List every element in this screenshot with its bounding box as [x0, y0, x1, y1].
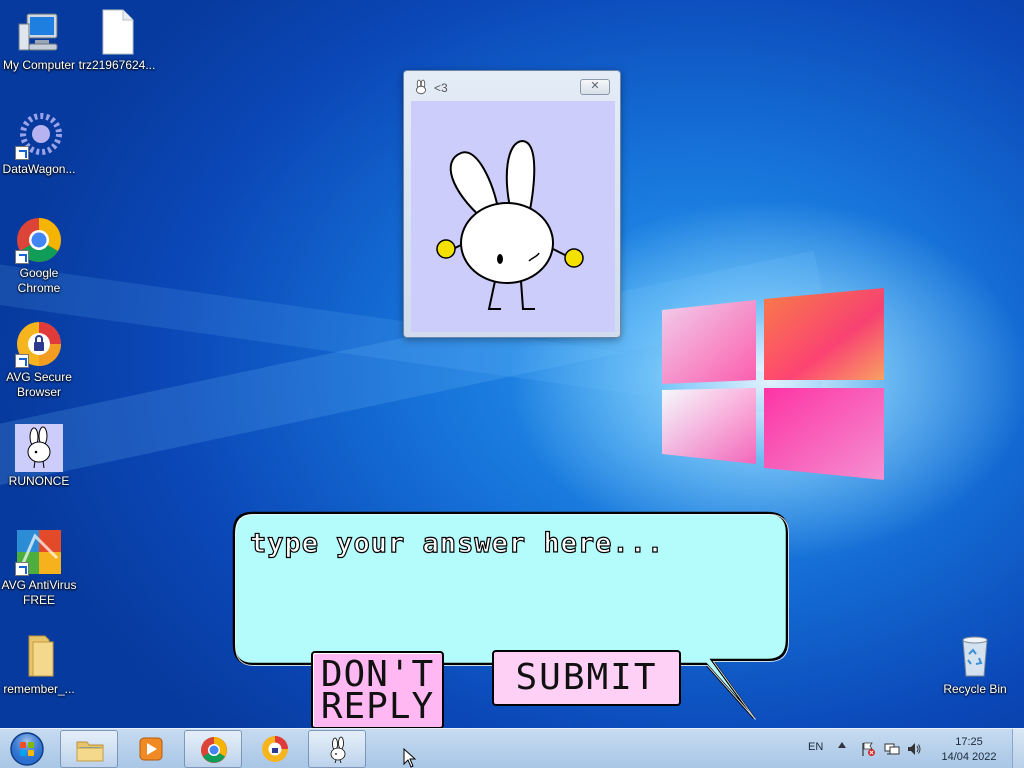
close-button[interactable]: ✕ — [580, 79, 610, 95]
desktop-icon-my-computer[interactable]: My Computer — [0, 8, 78, 73]
computer-icon — [15, 8, 63, 56]
avg-secure-browser-icon — [15, 320, 63, 368]
show-hidden-icons-icon[interactable] — [838, 742, 846, 748]
avg-secure-browser-icon — [262, 736, 288, 762]
chrome-icon — [201, 737, 227, 763]
shortcut-arrow-icon — [15, 354, 29, 368]
desktop-icon-label: AVG Secure Browser — [6, 370, 72, 399]
file-icon — [93, 8, 141, 56]
volume-icon[interactable] — [906, 741, 922, 757]
taskbar-item-bunny-app[interactable] — [308, 730, 366, 768]
submit-button[interactable]: SUBMIT — [492, 650, 681, 706]
desktop-icon-remember-folder[interactable]: remember_... — [0, 632, 78, 697]
datawagon-icon — [15, 112, 63, 160]
desktop-icon-label: Recycle Bin — [943, 682, 1007, 696]
bunny-window[interactable]: <3 ✕ — [403, 70, 621, 338]
bunny-icon — [330, 736, 346, 764]
desktop-icon-trz-file[interactable]: trz21967624... — [78, 8, 156, 73]
start-button[interactable] — [4, 730, 50, 768]
language-indicator[interactable]: EN — [808, 741, 823, 753]
bunny-icon — [15, 424, 63, 472]
system-clock[interactable]: 17:25 14/04 2022 — [938, 735, 1000, 765]
action-center-flag-icon[interactable] — [860, 741, 876, 757]
taskbar: EN 17:25 14/04 2022 — [0, 728, 1024, 768]
folder-icon — [15, 632, 63, 680]
chrome-icon — [15, 216, 63, 264]
desktop-icon-label: AVG AntiVirus FREE — [1, 578, 77, 607]
desktop-icon-label: Google Chrome — [17, 266, 61, 295]
avg-antivirus-icon — [15, 528, 63, 576]
folder-icon — [76, 741, 104, 762]
desktop-icon-google-chrome[interactable]: Google Chrome — [0, 216, 78, 296]
desktop-icon-label: DataWagon... — [2, 162, 76, 176]
windows-logo-wallpaper — [662, 288, 884, 480]
dont-reply-button[interactable]: DON'T REPLY — [311, 651, 444, 729]
taskbar-item-avg-secure-browser[interactable] — [246, 730, 304, 768]
desktop-icon-recycle-bin[interactable]: Recycle Bin — [936, 632, 1014, 697]
show-desktop-button[interactable] — [1012, 729, 1024, 768]
mouse-cursor-icon — [403, 748, 417, 768]
desktop-icon-label: trz21967624... — [78, 58, 156, 72]
clock-time: 17:25 — [955, 736, 983, 748]
bunny-canvas — [411, 101, 615, 332]
shortcut-arrow-icon — [15, 250, 29, 264]
answer-input[interactable] — [244, 524, 774, 634]
recycle-bin-icon — [951, 632, 999, 680]
bunny-character-image — [436, 139, 584, 310]
desktop-icon-label: RUNONCE — [8, 474, 70, 488]
submit-label: SUBMIT — [515, 657, 658, 698]
desktop-icon-avg-antivirus[interactable]: AVG AntiVirus FREE — [0, 528, 78, 608]
desktop-icon-label: remember_... — [3, 682, 75, 696]
dont-reply-label: DON'T REPLY — [320, 654, 435, 727]
bunny-window-titlebar[interactable]: <3 ✕ — [404, 71, 620, 101]
shortcut-arrow-icon — [15, 562, 29, 576]
desktop-icon-runonce[interactable]: RUNONCE — [0, 424, 78, 489]
shortcut-arrow-icon — [15, 146, 29, 160]
bunny-window-title: <3 — [434, 81, 448, 95]
close-icon: ✕ — [590, 80, 600, 92]
bunny-icon — [416, 79, 426, 95]
taskbar-item-google-chrome[interactable] — [184, 730, 242, 768]
media-player-icon — [139, 737, 163, 761]
desktop-icon-datawagon[interactable]: DataWagon... — [0, 112, 78, 177]
desktop-icon-label: My Computer — [2, 58, 76, 72]
taskbar-item-media-player[interactable] — [122, 730, 180, 768]
taskbar-item-file-explorer[interactable] — [60, 730, 118, 768]
clock-date: 14/04 2022 — [941, 751, 997, 763]
desktop-icon-avg-secure-browser[interactable]: AVG Secure Browser — [0, 320, 78, 400]
network-icon[interactable] — [884, 741, 900, 757]
